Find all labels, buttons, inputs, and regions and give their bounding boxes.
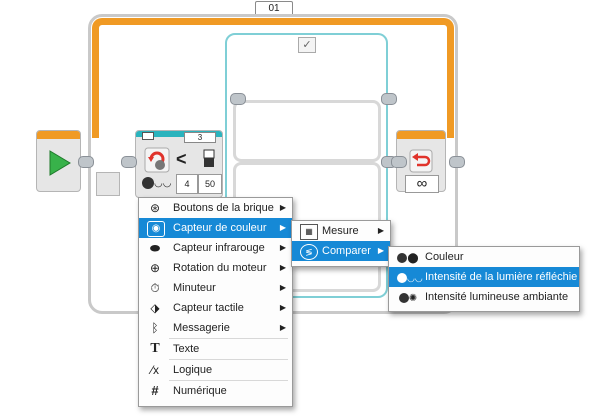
loop-end-input-port xyxy=(391,156,407,168)
motor-rotation-icon: ⊕ xyxy=(149,261,161,275)
loop-input-stub xyxy=(96,172,120,196)
color-sensor-submenu[interactable]: ▦ Mesure ▶ ≶ Comparer ▶ xyxy=(291,220,391,267)
menu-item-measure[interactable]: ▦ Mesure ▶ xyxy=(292,221,390,241)
play-icon xyxy=(49,150,71,176)
menu-item-numeric[interactable]: # Numérique xyxy=(139,381,292,401)
start-block-strip xyxy=(37,131,80,139)
port-selector[interactable]: 3 xyxy=(184,132,216,143)
text-icon: T xyxy=(150,341,160,356)
checkmark-icon: ✓ xyxy=(302,39,312,51)
color-icon: ⬤ xyxy=(397,250,419,264)
timer-icon: ⏱ xyxy=(150,281,160,295)
start-output-port xyxy=(78,156,94,168)
compare-operator[interactable]: < xyxy=(176,149,187,170)
compare-type-input[interactable]: 4 xyxy=(176,174,198,194)
loop-arrow-icon xyxy=(409,149,433,173)
case-true-port-left xyxy=(230,93,246,105)
submenu-arrow-icon: ▶ xyxy=(279,263,286,272)
menu-item-brick-buttons[interactable]: ⊛ Boutons de la brique ▶ xyxy=(139,198,292,218)
switch-input-port xyxy=(121,156,137,168)
color-sensor-icon: ◉ xyxy=(147,221,165,237)
threshold-input[interactable]: 50 xyxy=(198,174,222,194)
menu-item-color[interactable]: ⬤ Couleur xyxy=(389,247,579,267)
case-true-port-right xyxy=(381,93,397,105)
submenu-arrow-icon: ▶ xyxy=(279,303,286,312)
loop-end-strip xyxy=(397,131,445,139)
submenu-arrow-icon: ▶ xyxy=(279,283,286,292)
menu-item-timer[interactable]: ⏱ Minuteur ▶ xyxy=(139,278,292,298)
reflected-light-mode-icon[interactable]: ◡◡ xyxy=(142,177,171,190)
menu-item-compare[interactable]: ≶ Comparer ▶ xyxy=(292,241,390,261)
case-true-area xyxy=(233,100,381,162)
menu-item-touch-sensor[interactable]: ⬗ Capteur tactile ▶ xyxy=(139,298,292,318)
hash-icon: # xyxy=(151,383,159,398)
submenu-arrow-icon: ▶ xyxy=(377,246,384,255)
menu-item-infrared-sensor[interactable]: ⬬ Capteur infrarouge ▶ xyxy=(139,238,292,258)
menu-item-motor-rotation[interactable]: ⊕ Rotation du moteur ▶ xyxy=(139,258,292,278)
menu-item-ambient-light[interactable]: ✺ Intensité lumineuse ambiante xyxy=(389,287,579,307)
submenu-arrow-icon: ▶ xyxy=(279,223,286,232)
case-true-tab[interactable]: ✓ xyxy=(298,37,316,53)
logic-icon: ⁄x xyxy=(150,363,159,377)
touch-sensor-icon: ⬗ xyxy=(150,301,160,315)
infinity-icon[interactable]: ∞ xyxy=(405,175,439,193)
brick-buttons-icon: ⊛ xyxy=(149,201,161,215)
color-sensor-block-icon xyxy=(144,147,170,173)
menu-item-color-sensor[interactable]: ◉ Capteur de couleur ▶ xyxy=(139,218,292,238)
reflected-light-icon: ◡◡ xyxy=(397,270,423,284)
compare-icon: ≶ xyxy=(300,244,318,260)
measure-icon: ▦ xyxy=(300,224,318,240)
compare-mode-submenu[interactable]: ⬤ Couleur ◡◡ Intensité de la lumière réflé… xyxy=(388,246,580,312)
infrared-sensor-icon: ⬬ xyxy=(149,241,161,255)
menu-item-text[interactable]: T Texte xyxy=(139,339,292,359)
menu-item-logic[interactable]: ⁄x Logique xyxy=(139,360,292,380)
loop-end-output-port xyxy=(449,156,465,168)
bluetooth-icon: ᛒ xyxy=(151,321,159,335)
menu-item-reflected-light[interactable]: ◡◡ Intensité de la lumière réfléchie xyxy=(389,267,579,287)
submenu-arrow-icon: ▶ xyxy=(279,203,286,212)
submenu-arrow-icon: ▶ xyxy=(377,226,384,235)
start-block[interactable] xyxy=(36,130,81,192)
submenu-arrow-icon: ▶ xyxy=(279,323,286,332)
sensor-category-menu[interactable]: ⊛ Boutons de la brique ▶ ◉ Capteur de coule… xyxy=(138,197,293,407)
threshold-icon xyxy=(203,149,215,167)
brick-port-icon xyxy=(142,132,154,140)
switch-sensor-block[interactable]: 3 < ◡◡ 4 50 xyxy=(135,130,223,198)
submenu-arrow-icon: ▶ xyxy=(279,243,286,252)
ambient-light-icon: ✺ xyxy=(397,290,419,304)
menu-item-messaging[interactable]: ᛒ Messagerie ▶ xyxy=(139,318,292,338)
